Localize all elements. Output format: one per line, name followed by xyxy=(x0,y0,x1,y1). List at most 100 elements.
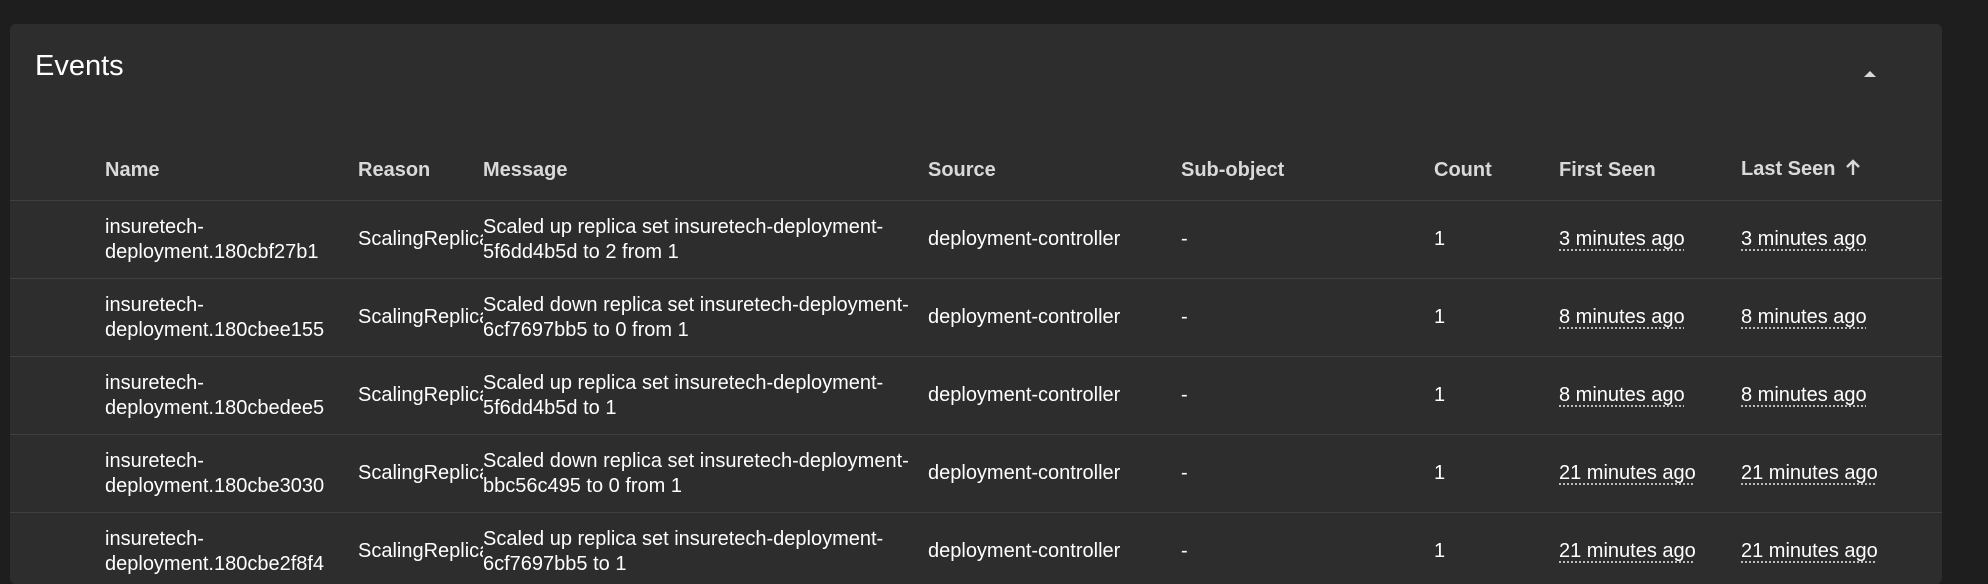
event-source-cell: deployment-controller xyxy=(928,357,1181,435)
event-message-cell: Scaled up replica set insuretech-deploym… xyxy=(483,357,928,435)
table-row[interactable]: insuretech-deployment.180cbedee5ScalingR… xyxy=(10,357,1942,435)
event-last-seen-text[interactable]: 21 minutes ago xyxy=(1741,462,1878,484)
column-header-message[interactable]: Message xyxy=(483,140,928,201)
event-message-text: Scaled up replica set insuretech-deploym… xyxy=(483,372,883,419)
event-last-seen-text[interactable]: 21 minutes ago xyxy=(1741,540,1878,562)
column-header-first-seen[interactable]: First Seen xyxy=(1559,140,1741,201)
event-source-cell: deployment-controller xyxy=(928,435,1181,513)
event-source-cell: deployment-controller xyxy=(928,279,1181,357)
event-count-cell: 1 xyxy=(1434,435,1559,513)
event-name-cell: insuretech-deployment.180cbe2f8f4 xyxy=(105,513,358,584)
event-first-seen-text[interactable]: 21 minutes ago xyxy=(1559,462,1696,484)
event-subobject-cell: - xyxy=(1181,435,1434,513)
event-subobject-cell: - xyxy=(1181,513,1434,584)
column-header-subobject[interactable]: Sub-object xyxy=(1181,140,1434,201)
event-source-text: deployment-controller xyxy=(928,228,1120,250)
event-last-seen-text[interactable]: 8 minutes ago xyxy=(1741,384,1867,406)
event-source-text: deployment-controller xyxy=(928,384,1120,406)
event-reason-text: ScalingReplicaSet xyxy=(358,306,483,328)
event-last-seen-text[interactable]: 3 minutes ago xyxy=(1741,228,1867,250)
event-subobject-text: - xyxy=(1181,384,1188,406)
event-name-cell: insuretech-deployment.180cbf27b1 xyxy=(105,201,358,279)
event-name-cell: insuretech-deployment.180cbe3030 xyxy=(105,435,358,513)
table-header-row: Name Reason Message Source Sub-object Co… xyxy=(10,140,1942,201)
column-header-reason[interactable]: Reason xyxy=(358,140,483,201)
table-row[interactable]: insuretech-deployment.180cbe2f8f4 Scaling… xyxy=(10,513,1942,584)
event-subobject-cell: - xyxy=(1181,357,1434,435)
event-first-seen-cell: 3 minutes ago xyxy=(1559,201,1741,279)
events-panel: Events Name Reason Message Source xyxy=(10,24,1942,584)
event-reason-text: ScalingReplicaSet xyxy=(358,384,483,406)
event-first-seen-cell: 21 minutes ago xyxy=(1559,513,1741,584)
table-row[interactable]: insuretech-deployment.180cbf27b1 ScalingR… xyxy=(10,201,1942,279)
table-row[interactable]: insuretech-deployment.180cbe3030 ScalingR… xyxy=(10,435,1942,513)
event-last-seen-cell: 21 minutes ago xyxy=(1741,435,1942,513)
event-last-seen-cell: 21 minutes ago xyxy=(1741,513,1942,584)
event-source-cell: deployment-controller xyxy=(928,513,1181,584)
event-source-text: deployment-controller xyxy=(928,540,1120,562)
events-panel-header: Events xyxy=(10,24,1942,114)
event-first-seen-text[interactable]: 3 minutes ago xyxy=(1559,228,1685,250)
event-count-text: 1 xyxy=(1434,384,1445,406)
event-first-seen-cell: 21 minutes ago xyxy=(1559,435,1741,513)
event-message-text: Scaled down replica set insuretech-deplo… xyxy=(483,450,909,497)
event-reason-cell: ScalingReplicaSet xyxy=(358,201,483,279)
event-count-text: 1 xyxy=(1434,306,1445,328)
event-reason-text: ScalingReplicaSet xyxy=(358,540,483,562)
row-spacer-cell xyxy=(10,357,105,435)
event-source-cell: deployment-controller xyxy=(928,201,1181,279)
event-last-seen-cell: 8 minutes ago xyxy=(1741,279,1942,357)
event-last-seen-text[interactable]: 8 minutes ago xyxy=(1741,306,1867,328)
event-name-text: insuretech-deployment.180cbe2f8f4 xyxy=(105,528,324,575)
event-first-seen-cell: 8 minutes ago xyxy=(1559,279,1741,357)
select-column-header xyxy=(10,140,105,201)
table-row[interactable]: insuretech-deployment.180cbee155 ScalingR… xyxy=(10,279,1942,357)
chevron-up-icon xyxy=(1858,62,1882,86)
panel-title: Events xyxy=(35,49,124,83)
events-table: Name Reason Message Source Sub-object Co… xyxy=(10,140,1942,584)
event-reason-cell: ScalingReplicaSet xyxy=(358,435,483,513)
event-name-cell: insuretech-deployment.180cbee155 xyxy=(105,279,358,357)
event-message-cell: Scaled down replica set insuretech-deplo… xyxy=(483,279,928,357)
event-subobject-text: - xyxy=(1181,462,1188,484)
event-subobject-text: - xyxy=(1181,228,1188,250)
event-name-text: insuretech-deployment.180cbee155 xyxy=(105,294,324,341)
event-last-seen-cell: 8 minutes ago xyxy=(1741,357,1942,435)
event-first-seen-text[interactable]: 21 minutes ago xyxy=(1559,540,1696,562)
column-header-name[interactable]: Name xyxy=(105,140,358,201)
event-message-text: Scaled down replica set insuretech-deplo… xyxy=(483,294,909,341)
event-reason-cell: ScalingReplicaSet xyxy=(358,279,483,357)
arrow-up-icon[interactable] xyxy=(1845,159,1861,183)
event-first-seen-text[interactable]: 8 minutes ago xyxy=(1559,384,1685,406)
events-table-body: insuretech-deployment.180cbf27b1 ScalingR… xyxy=(10,201,1942,584)
event-count-cell: 1 xyxy=(1434,279,1559,357)
event-name-text: insuretech-deployment.180cbf27b1 xyxy=(105,216,319,263)
row-spacer-cell xyxy=(10,435,105,513)
column-header-last-seen-label: Last Seen xyxy=(1741,158,1835,180)
event-message-cell: Scaled up replica set insuretech-deploym… xyxy=(483,513,928,584)
event-last-seen-cell: 3 minutes ago xyxy=(1741,201,1942,279)
event-reason-cell: ScalingReplicaSet xyxy=(358,357,483,435)
column-header-source[interactable]: Source xyxy=(928,140,1181,201)
column-header-last-seen[interactable]: Last Seen xyxy=(1741,140,1942,201)
collapse-button[interactable] xyxy=(1858,62,1882,86)
event-count-text: 1 xyxy=(1434,228,1445,250)
event-count-text: 1 xyxy=(1434,462,1445,484)
event-count-text: 1 xyxy=(1434,540,1445,562)
event-source-text: deployment-controller xyxy=(928,306,1120,328)
event-count-cell: 1 xyxy=(1434,513,1559,584)
event-name-cell: insuretech-deployment.180cbedee5 xyxy=(105,357,358,435)
row-spacer-cell xyxy=(10,279,105,357)
event-message-text: Scaled up replica set insuretech-deploym… xyxy=(483,528,883,575)
column-header-count[interactable]: Count xyxy=(1434,140,1559,201)
event-subobject-text: - xyxy=(1181,306,1188,328)
event-message-cell: Scaled up replica set insuretech-deploym… xyxy=(483,201,928,279)
event-count-cell: 1 xyxy=(1434,357,1559,435)
event-reason-text: ScalingReplicaSet xyxy=(358,462,483,484)
event-first-seen-text[interactable]: 8 minutes ago xyxy=(1559,306,1685,328)
row-spacer-cell xyxy=(10,513,105,584)
event-subobject-cell: - xyxy=(1181,279,1434,357)
event-source-text: deployment-controller xyxy=(928,462,1120,484)
event-subobject-cell: - xyxy=(1181,201,1434,279)
event-name-text: insuretech-deployment.180cbe3030 xyxy=(105,450,324,497)
